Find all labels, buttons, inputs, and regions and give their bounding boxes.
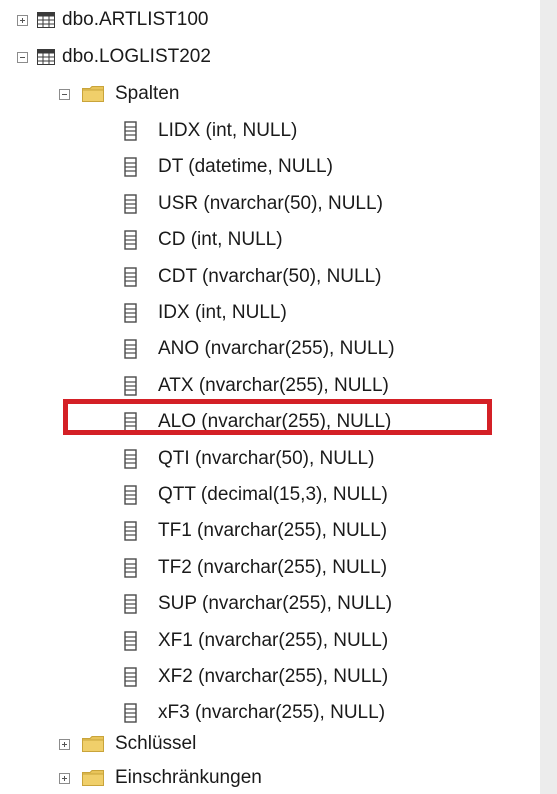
column-icon (124, 485, 137, 505)
tree-node-table-artlist100[interactable]: dbo.ARTLIST100 (0, 2, 540, 38)
column-icon (124, 339, 137, 359)
column-icon (124, 558, 137, 578)
tree-node-column[interactable]: CDT (nvarchar(50), NULL) (0, 259, 540, 295)
table-icon (37, 12, 55, 28)
highlight-box (63, 399, 492, 435)
column-icon (124, 157, 137, 177)
tree-node-column[interactable]: XF1 (nvarchar(255), NULL) (0, 623, 540, 659)
tree-node-label: Spalten (115, 83, 180, 104)
tree-node-label: TF2 (nvarchar(255), NULL) (158, 557, 388, 578)
tree-node-column[interactable]: SUP (nvarchar(255), NULL) (0, 586, 540, 622)
tree-node-label: CD (int, NULL) (158, 229, 283, 250)
tree-node-label: SUP (nvarchar(255), NULL) (158, 593, 393, 614)
column-icon (124, 449, 137, 469)
column-icon (124, 376, 137, 396)
tree-node-label: ANO (nvarchar(255), NULL) (158, 338, 395, 359)
tree-node-folder-keys[interactable]: Schlüssel (0, 726, 540, 762)
vertical-scrollbar[interactable] (540, 0, 557, 794)
tree-node-label: QTT (decimal(15,3), NULL) (158, 484, 388, 505)
collapse-minus-icon[interactable] (17, 52, 28, 63)
tree-node-label: XF2 (nvarchar(255), NULL) (158, 666, 389, 687)
tree-node-label: XF1 (nvarchar(255), NULL) (158, 630, 389, 651)
tree-node-table-loglist202[interactable]: dbo.LOGLIST202 (0, 39, 540, 75)
folder-icon (82, 770, 104, 786)
tree-node-label: DT (datetime, NULL) (158, 156, 333, 177)
tree-node-label: LIDX (int, NULL) (158, 120, 298, 141)
tree-node-label: Schlüssel (115, 733, 197, 754)
folder-icon (82, 736, 104, 752)
tree-node-label: IDX (int, NULL) (158, 302, 287, 323)
expand-plus-icon[interactable] (17, 15, 28, 26)
column-icon (124, 667, 137, 687)
tree-node-column[interactable]: TF1 (nvarchar(255), NULL) (0, 513, 540, 549)
expand-plus-icon[interactable] (59, 773, 70, 784)
tree-node-label: Einschränkungen (115, 767, 262, 788)
column-icon (124, 121, 137, 141)
tree-node-label: dbo.LOGLIST202 (62, 46, 211, 67)
tree-node-label: QTI (nvarchar(50), NULL) (158, 448, 375, 469)
tree-node-label: USR (nvarchar(50), NULL) (158, 193, 383, 214)
tree-node-column[interactable]: USR (nvarchar(50), NULL) (0, 186, 540, 222)
tree-node-column[interactable]: QTI (nvarchar(50), NULL) (0, 441, 540, 477)
column-icon (124, 521, 137, 541)
column-icon (124, 267, 137, 287)
column-icon (124, 703, 137, 723)
tree-node-folder-constraints[interactable]: Einschränkungen (0, 760, 540, 794)
tree-node-label: dbo.ARTLIST100 (62, 9, 209, 30)
table-icon (37, 49, 55, 65)
tree-node-column[interactable]: XF2 (nvarchar(255), NULL) (0, 659, 540, 695)
tree-node-folder-columns[interactable]: Spalten (0, 76, 540, 112)
collapse-minus-icon[interactable] (59, 89, 70, 100)
column-icon (124, 194, 137, 214)
tree-node-column[interactable]: ANO (nvarchar(255), NULL) (0, 331, 540, 367)
expand-plus-icon[interactable] (59, 739, 70, 750)
tree-node-label: CDT (nvarchar(50), NULL) (158, 266, 382, 287)
column-icon (124, 230, 137, 250)
column-icon (124, 594, 137, 614)
tree-node-column[interactable]: DT (datetime, NULL) (0, 149, 540, 185)
tree-node-column[interactable]: LIDX (int, NULL) (0, 113, 540, 149)
tree-node-column[interactable]: CD (int, NULL) (0, 222, 540, 258)
tree-node-column[interactable]: QTT (decimal(15,3), NULL) (0, 477, 540, 513)
folder-icon (82, 86, 104, 102)
object-explorer-tree: dbo.ARTLIST100 dbo.LOGLIST202 Spalten LI… (0, 0, 540, 794)
column-icon (124, 631, 137, 651)
tree-node-label: ATX (nvarchar(255), NULL) (158, 375, 389, 396)
tree-node-label: xF3 (nvarchar(255), NULL) (158, 702, 386, 723)
tree-node-column[interactable]: IDX (int, NULL) (0, 295, 540, 331)
tree-node-label: TF1 (nvarchar(255), NULL) (158, 520, 388, 541)
column-icon (124, 303, 137, 323)
tree-node-column[interactable]: TF2 (nvarchar(255), NULL) (0, 550, 540, 586)
